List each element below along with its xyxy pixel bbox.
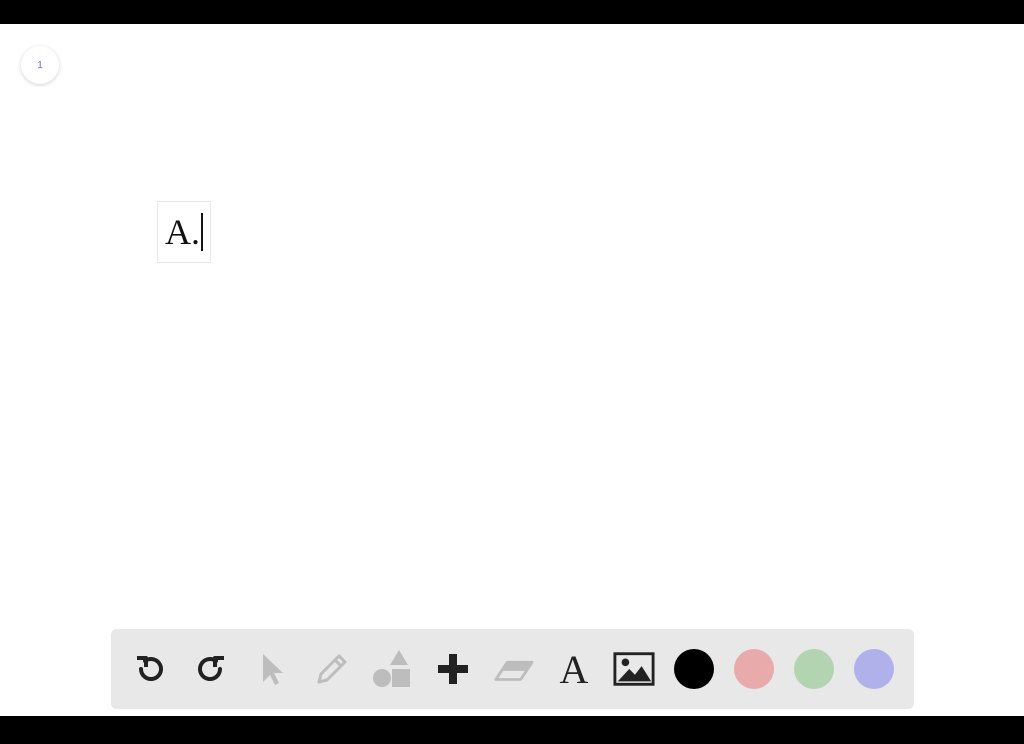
color-swatch-green[interactable]	[793, 649, 834, 689]
add-button[interactable]	[432, 648, 474, 690]
text-caret	[201, 213, 203, 251]
page-number-badge[interactable]: 1	[21, 46, 59, 84]
plus-icon	[437, 654, 468, 684]
drawing-toolbar: A	[111, 629, 914, 709]
pencil-button[interactable]	[311, 648, 353, 690]
shapes-button[interactable]	[371, 648, 413, 690]
undo-button[interactable]	[129, 648, 171, 690]
redo-icon	[197, 656, 224, 681]
color-swatch-black[interactable]	[673, 649, 714, 689]
text-tool-label: A	[559, 649, 588, 689]
app-frame: 1 A. A	[0, 0, 1024, 744]
image-icon	[613, 652, 655, 686]
color-swatch-blue[interactable]	[853, 649, 894, 689]
shapes-icon	[373, 650, 410, 687]
color-swatch-pink[interactable]	[733, 649, 774, 689]
text-box[interactable]: A.	[157, 201, 211, 263]
whiteboard-canvas[interactable]: 1 A. A	[0, 24, 1024, 716]
text-tool-button[interactable]: A	[553, 648, 595, 690]
page-number: 1	[37, 59, 43, 71]
text-tool-icon: A	[559, 649, 588, 689]
redo-button[interactable]	[190, 648, 232, 690]
select-button[interactable]	[250, 648, 292, 690]
undo-icon	[137, 656, 163, 681]
text-box-content: A.	[165, 212, 200, 252]
eraser-icon	[494, 660, 534, 681]
image-button[interactable]	[613, 648, 655, 690]
eraser-button[interactable]	[492, 648, 534, 690]
pencil-icon	[317, 654, 346, 684]
select-pointer-icon	[263, 654, 283, 685]
